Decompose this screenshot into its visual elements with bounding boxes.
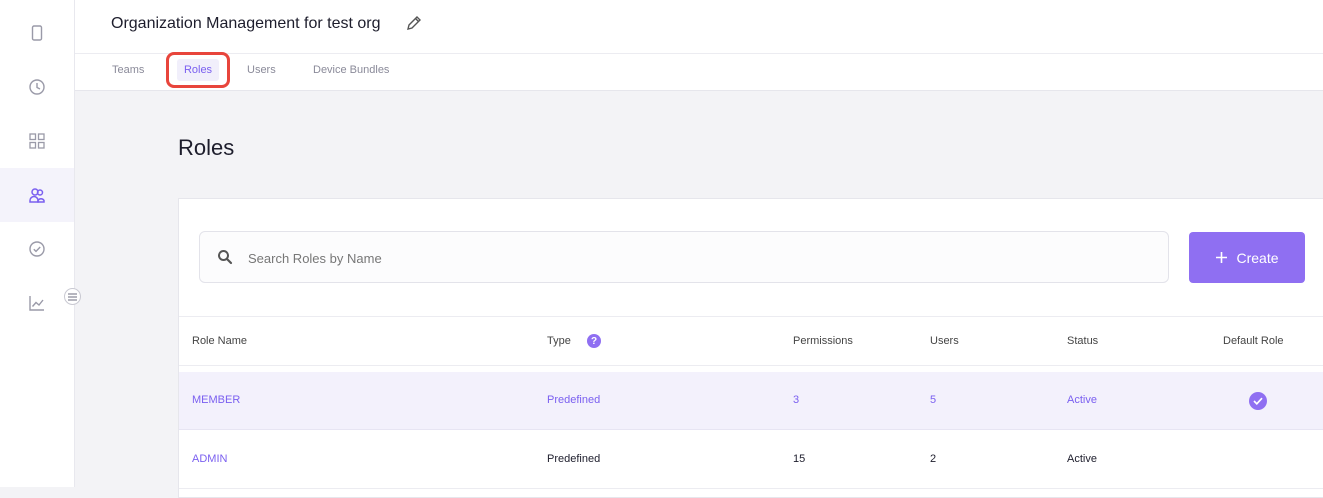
search-box [199,231,1169,284]
column-header-users[interactable]: Users [930,335,959,347]
tab-bar: Teams Roles Users Device Bundles [75,52,1323,91]
create-button-label: Create [1236,249,1279,266]
table-row[interactable]: ADMIN Predefined 15 2 Active [179,431,1323,489]
sidebar-item-analytics[interactable] [0,276,74,330]
tab-users[interactable]: Users [247,64,276,76]
tab-roles-highlight: Roles [166,52,230,88]
search-input[interactable] [246,232,1150,284]
type-cell: Predefined [547,394,601,406]
column-header-permissions[interactable]: Permissions [793,335,853,347]
column-header-role-name[interactable]: Role Name [192,335,247,347]
search-icon [218,250,233,265]
users-cell: 2 [930,453,937,465]
table-row[interactable]: MEMBER Predefined 3 5 Active [179,372,1323,430]
pencil-icon[interactable] [405,14,423,32]
device-icon [31,25,43,41]
plus-icon [1216,252,1228,263]
check-circle-icon [29,241,45,257]
role-name-cell[interactable]: ADMIN [192,453,227,465]
tab-roles[interactable]: Roles [176,59,220,81]
column-header-type[interactable]: Type [547,335,571,347]
chart-icon [29,296,44,311]
menu-icon [68,292,77,301]
create-button[interactable]: Create [1189,232,1305,283]
sidebar-item-devices[interactable] [0,6,74,60]
tab-device-bundles[interactable]: Device Bundles [313,64,389,76]
role-name-cell[interactable]: MEMBER [192,394,240,406]
sidebar-item-organization[interactable] [0,168,74,222]
grid-icon [29,133,45,149]
roles-card: Create Role Name Type ? Permissions User… [178,198,1323,498]
users-icon [29,188,45,203]
sidebar-item-tasks[interactable] [0,222,74,276]
status-cell: Active [1067,394,1097,406]
help-icon[interactable]: ? [587,334,601,348]
tab-teams[interactable]: Teams [112,64,144,76]
permissions-cell: 15 [793,453,806,465]
sidebar-item-history[interactable] [0,60,74,114]
sidebar [0,0,75,487]
column-header-default-role[interactable]: Default Role [1223,335,1284,347]
section-heading: Roles [178,135,235,160]
sidebar-collapse-button[interactable] [64,288,81,305]
permissions-cell: 3 [793,394,800,406]
status-cell: Active [1067,453,1097,465]
page-header: Organization Management for test org [75,0,1323,54]
column-header-status[interactable]: Status [1067,335,1098,347]
users-cell: 5 [930,394,937,406]
table-header: Role Name Type ? Permissions Users Statu… [179,316,1323,366]
clock-icon [29,79,45,95]
default-role-check-icon [1249,392,1267,410]
type-cell: Predefined [547,453,601,465]
page-title: Organization Management for test org [111,15,381,32]
sidebar-item-dashboard[interactable] [0,114,74,168]
